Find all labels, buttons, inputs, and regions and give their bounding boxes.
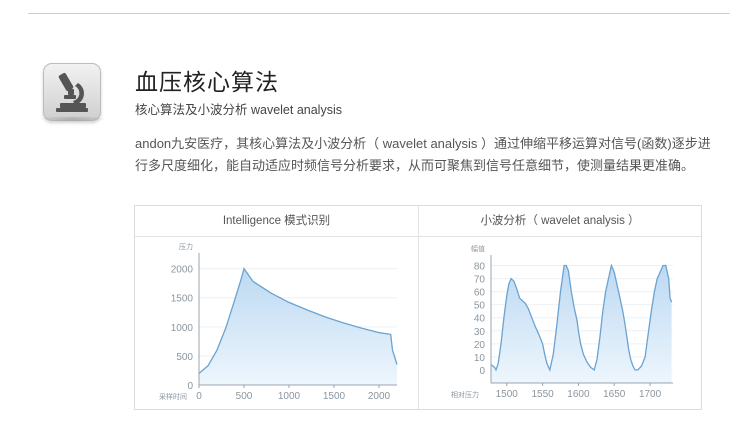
x-tick-label: 1650 bbox=[603, 389, 626, 400]
y-tick-label: 60 bbox=[474, 288, 486, 299]
y-tick-label: 2000 bbox=[171, 265, 194, 276]
y-axis-label: 压力 bbox=[179, 242, 193, 251]
section-description: andon九安医疗，其核心算法及小波分析（ wavelet analysis ）… bbox=[135, 133, 715, 177]
y-axis-label: 幅值 bbox=[471, 244, 485, 253]
series-area bbox=[491, 265, 672, 383]
y-tick-label: 0 bbox=[479, 366, 485, 377]
chart-2-title: 小波分析（ wavelet analysis ） bbox=[419, 206, 701, 237]
x-tick-label: 1600 bbox=[567, 389, 590, 400]
icon-shadow bbox=[38, 116, 108, 122]
x-tick-label: 0 bbox=[196, 391, 202, 402]
x-axis-label: 采样时间 bbox=[159, 392, 187, 401]
charts-panel: Intelligence 模式识别 小波分析（ wavelet analysis… bbox=[134, 205, 702, 410]
x-tick-label: 1700 bbox=[639, 389, 662, 400]
microscope-icon-tile bbox=[43, 63, 101, 121]
x-tick-label: 1500 bbox=[496, 389, 519, 400]
y-tick-label: 40 bbox=[474, 314, 486, 325]
y-tick-label: 30 bbox=[474, 327, 486, 338]
chart-1-title: Intelligence 模式识别 bbox=[135, 206, 418, 237]
microscope-icon bbox=[56, 72, 88, 112]
description-line-2: 行多尺度细化，能自动适应时频信号分析要求，从而可聚焦到信号任意细节，使测量结果更… bbox=[135, 158, 695, 173]
x-tick-label: 2000 bbox=[368, 391, 391, 402]
y-tick-label: 0 bbox=[187, 381, 193, 392]
x-tick-label: 1500 bbox=[323, 391, 346, 402]
y-tick-label: 500 bbox=[176, 352, 193, 363]
x-tick-label: 500 bbox=[236, 391, 253, 402]
y-tick-label: 50 bbox=[474, 301, 486, 312]
y-tick-label: 1000 bbox=[171, 323, 194, 334]
y-tick-label: 10 bbox=[474, 353, 486, 364]
y-tick-label: 1500 bbox=[171, 294, 194, 305]
description-line-1: andon九安医疗，其核心算法及小波分析（ wavelet analysis ）… bbox=[135, 136, 711, 151]
pattern-recognition-chart: 0 500 1000 1500 2000 0 500 1000 1500 2000 压力采样时间 bbox=[159, 242, 398, 402]
section-title: 血压核心算法 bbox=[135, 69, 279, 95]
y-tick-label: 20 bbox=[474, 340, 486, 351]
y-tick-label: 80 bbox=[474, 262, 486, 273]
section-subtitle: 核心算法及小波分析 wavelet analysis bbox=[135, 103, 342, 117]
x-tick-label: 1000 bbox=[278, 391, 301, 402]
x-axis-label: 相对压力 bbox=[451, 390, 479, 399]
y-tick-label: 70 bbox=[474, 275, 486, 286]
top-divider bbox=[28, 13, 730, 14]
x-tick-label: 1550 bbox=[531, 389, 554, 400]
wavelet-analysis-chart: 0 10 20 30 40 50 60 70 80 1500 1550 1600 1650 1700 幅值相… bbox=[451, 244, 673, 400]
